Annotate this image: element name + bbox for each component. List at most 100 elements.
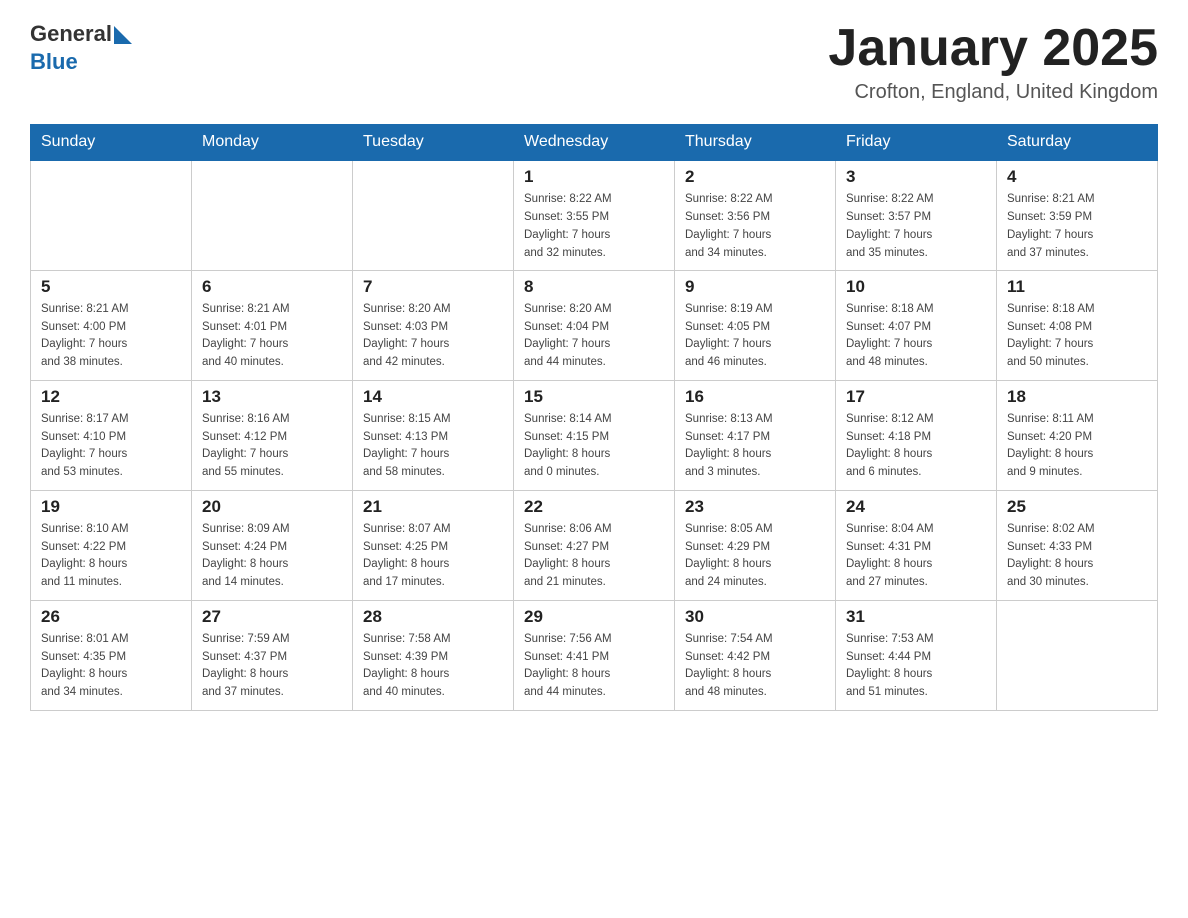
day-number: 20 [202, 497, 342, 517]
day-number: 16 [685, 387, 825, 407]
day-number: 6 [202, 277, 342, 297]
logo-general: General [30, 21, 112, 47]
day-number: 1 [524, 167, 664, 187]
day-number: 10 [846, 277, 986, 297]
calendar-cell: 5 Sunrise: 8:21 AMSunset: 4:00 PMDaylight… [31, 270, 192, 380]
weekday-header-sunday: Sunday [31, 125, 192, 161]
calendar-table: SundayMondayTuesdayWednesdayThursdayFrid… [30, 124, 1158, 711]
calendar-cell: 4Sunrise: 8:21 AMSunset: 3:59 PMDaylight… [997, 160, 1158, 270]
day-info: Sunrise: 8:21 AMSunset: 3:59 PMDaylight:… [1007, 191, 1147, 262]
calendar-cell: 15Sunrise: 8:14 AMSunset: 4:15 PMDayligh… [514, 380, 675, 490]
calendar-cell: 21Sunrise: 8:07 AMSunset: 4:25 PMDayligh… [353, 490, 514, 600]
day-number: 30 [685, 607, 825, 627]
calendar-cell: 25 Sunrise: 8:02 AMSunset: 4:33 PMDayligh… [997, 490, 1158, 600]
weekday-header-monday: Monday [192, 125, 353, 161]
day-info: Sunrise: 8:20 AMSunset: 4:04 PMDaylight:… [524, 301, 664, 372]
day-info: Sunrise: 8:16 AMSunset: 4:12 PMDaylight:… [202, 411, 342, 482]
calendar-body: 1 Sunrise: 8:22 AMSunset: 3:55 PMDaylight… [31, 160, 1158, 710]
day-number: 5 [41, 277, 181, 297]
day-info: Sunrise: 8:18 AMSunset: 4:08 PMDaylight:… [1007, 301, 1147, 372]
day-info: Sunrise: 8:13 AMSunset: 4:17 PMDaylight:… [685, 411, 825, 482]
day-info: Sunrise: 8:17 AMSunset: 4:10 PMDaylight:… [41, 411, 181, 482]
calendar-cell: 26 Sunrise: 8:01 AMSunset: 4:35 PMDayligh… [31, 600, 192, 710]
calendar-cell: 14 Sunrise: 8:15 AMSunset: 4:13 PMDayligh… [353, 380, 514, 490]
calendar-cell: 24 Sunrise: 8:04 AMSunset: 4:31 PMDayligh… [836, 490, 997, 600]
calendar-cell: 31 Sunrise: 7:53 AMSunset: 4:44 PMDayligh… [836, 600, 997, 710]
calendar-cell: 29Sunrise: 7:56 AMSunset: 4:41 PMDayligh… [514, 600, 675, 710]
weekday-header-wednesday: Wednesday [514, 125, 675, 161]
day-number: 17 [846, 387, 986, 407]
calendar-cell: 27Sunrise: 7:59 AMSunset: 4:37 PMDayligh… [192, 600, 353, 710]
calendar-subtitle: Crofton, England, United Kingdom [828, 81, 1158, 104]
day-info: Sunrise: 8:19 AMSunset: 4:05 PMDaylight:… [685, 301, 825, 372]
day-info: Sunrise: 8:02 AMSunset: 4:33 PMDaylight:… [1007, 521, 1147, 592]
day-info: Sunrise: 8:09 AMSunset: 4:24 PMDaylight:… [202, 521, 342, 592]
day-info: Sunrise: 8:01 AMSunset: 4:35 PMDaylight:… [41, 631, 181, 702]
calendar-week-row: 19Sunrise: 8:10 AMSunset: 4:22 PMDayligh… [31, 490, 1158, 600]
day-number: 18 [1007, 387, 1147, 407]
calendar-cell: 19Sunrise: 8:10 AMSunset: 4:22 PMDayligh… [31, 490, 192, 600]
calendar-cell: 2Sunrise: 8:22 AMSunset: 3:56 PMDaylight… [675, 160, 836, 270]
day-number: 27 [202, 607, 342, 627]
calendar-cell: 30 Sunrise: 7:54 AMSunset: 4:42 PMDayligh… [675, 600, 836, 710]
day-number: 11 [1007, 277, 1147, 297]
calendar-cell: 10 Sunrise: 8:18 AMSunset: 4:07 PMDayligh… [836, 270, 997, 380]
day-info: Sunrise: 7:58 AMSunset: 4:39 PMDaylight:… [363, 631, 503, 702]
day-info: Sunrise: 8:05 AMSunset: 4:29 PMDaylight:… [685, 521, 825, 592]
calendar-cell: 7 Sunrise: 8:20 AMSunset: 4:03 PMDaylight… [353, 270, 514, 380]
calendar-week-row: 5 Sunrise: 8:21 AMSunset: 4:00 PMDaylight… [31, 270, 1158, 380]
calendar-title: January 2025 [828, 20, 1158, 77]
weekday-header-thursday: Thursday [675, 125, 836, 161]
day-number: 9 [685, 277, 825, 297]
day-info: Sunrise: 8:06 AMSunset: 4:27 PMDaylight:… [524, 521, 664, 592]
calendar-cell: 1 Sunrise: 8:22 AMSunset: 3:55 PMDaylight… [514, 160, 675, 270]
day-info: Sunrise: 8:07 AMSunset: 4:25 PMDaylight:… [363, 521, 503, 592]
calendar-cell: 18 Sunrise: 8:11 AMSunset: 4:20 PMDayligh… [997, 380, 1158, 490]
calendar-cell [997, 600, 1158, 710]
day-info: Sunrise: 8:04 AMSunset: 4:31 PMDaylight:… [846, 521, 986, 592]
day-number: 19 [41, 497, 181, 517]
day-info: Sunrise: 8:15 AMSunset: 4:13 PMDaylight:… [363, 411, 503, 482]
calendar-cell: 16 Sunrise: 8:13 AMSunset: 4:17 PMDayligh… [675, 380, 836, 490]
day-info: Sunrise: 8:14 AMSunset: 4:15 PMDaylight:… [524, 411, 664, 482]
day-number: 23 [685, 497, 825, 517]
weekday-header-saturday: Saturday [997, 125, 1158, 161]
day-info: Sunrise: 8:11 AMSunset: 4:20 PMDaylight:… [1007, 411, 1147, 482]
day-number: 8 [524, 277, 664, 297]
day-number: 13 [202, 387, 342, 407]
day-number: 31 [846, 607, 986, 627]
title-block: January 2025 Crofton, England, United Ki… [828, 20, 1158, 104]
calendar-cell: 22 Sunrise: 8:06 AMSunset: 4:27 PMDayligh… [514, 490, 675, 600]
day-info: Sunrise: 8:22 AMSunset: 3:56 PMDaylight:… [685, 191, 825, 262]
day-info: Sunrise: 7:54 AMSunset: 4:42 PMDaylight:… [685, 631, 825, 702]
weekday-header-row: SundayMondayTuesdayWednesdayThursdayFrid… [31, 125, 1158, 161]
day-info: Sunrise: 8:22 AMSunset: 3:57 PMDaylight:… [846, 191, 986, 262]
logo: General Blue [30, 20, 132, 76]
calendar-cell: 11 Sunrise: 8:18 AMSunset: 4:08 PMDayligh… [997, 270, 1158, 380]
calendar-cell: 8 Sunrise: 8:20 AMSunset: 4:04 PMDaylight… [514, 270, 675, 380]
calendar-cell: 28 Sunrise: 7:58 AMSunset: 4:39 PMDayligh… [353, 600, 514, 710]
day-number: 26 [41, 607, 181, 627]
day-number: 3 [846, 167, 986, 187]
calendar-week-row: 12Sunrise: 8:17 AMSunset: 4:10 PMDayligh… [31, 380, 1158, 490]
day-number: 24 [846, 497, 986, 517]
day-info: Sunrise: 8:18 AMSunset: 4:07 PMDaylight:… [846, 301, 986, 372]
day-info: Sunrise: 8:21 AMSunset: 4:00 PMDaylight:… [41, 301, 181, 372]
page-header: General Blue January 2025 Crofton, Engla… [30, 20, 1158, 104]
calendar-cell [31, 160, 192, 270]
day-number: 14 [363, 387, 503, 407]
day-info: Sunrise: 8:12 AMSunset: 4:18 PMDaylight:… [846, 411, 986, 482]
day-info: Sunrise: 8:22 AMSunset: 3:55 PMDaylight:… [524, 191, 664, 262]
day-info: Sunrise: 7:56 AMSunset: 4:41 PMDaylight:… [524, 631, 664, 702]
weekday-header-friday: Friday [836, 125, 997, 161]
calendar-cell [353, 160, 514, 270]
day-number: 28 [363, 607, 503, 627]
day-number: 7 [363, 277, 503, 297]
day-info: Sunrise: 7:53 AMSunset: 4:44 PMDaylight:… [846, 631, 986, 702]
logo-arrow-icon [114, 26, 132, 44]
day-info: Sunrise: 8:20 AMSunset: 4:03 PMDaylight:… [363, 301, 503, 372]
day-number: 22 [524, 497, 664, 517]
calendar-cell: 20 Sunrise: 8:09 AMSunset: 4:24 PMDayligh… [192, 490, 353, 600]
calendar-cell: 3 Sunrise: 8:22 AMSunset: 3:57 PMDaylight… [836, 160, 997, 270]
day-number: 25 [1007, 497, 1147, 517]
